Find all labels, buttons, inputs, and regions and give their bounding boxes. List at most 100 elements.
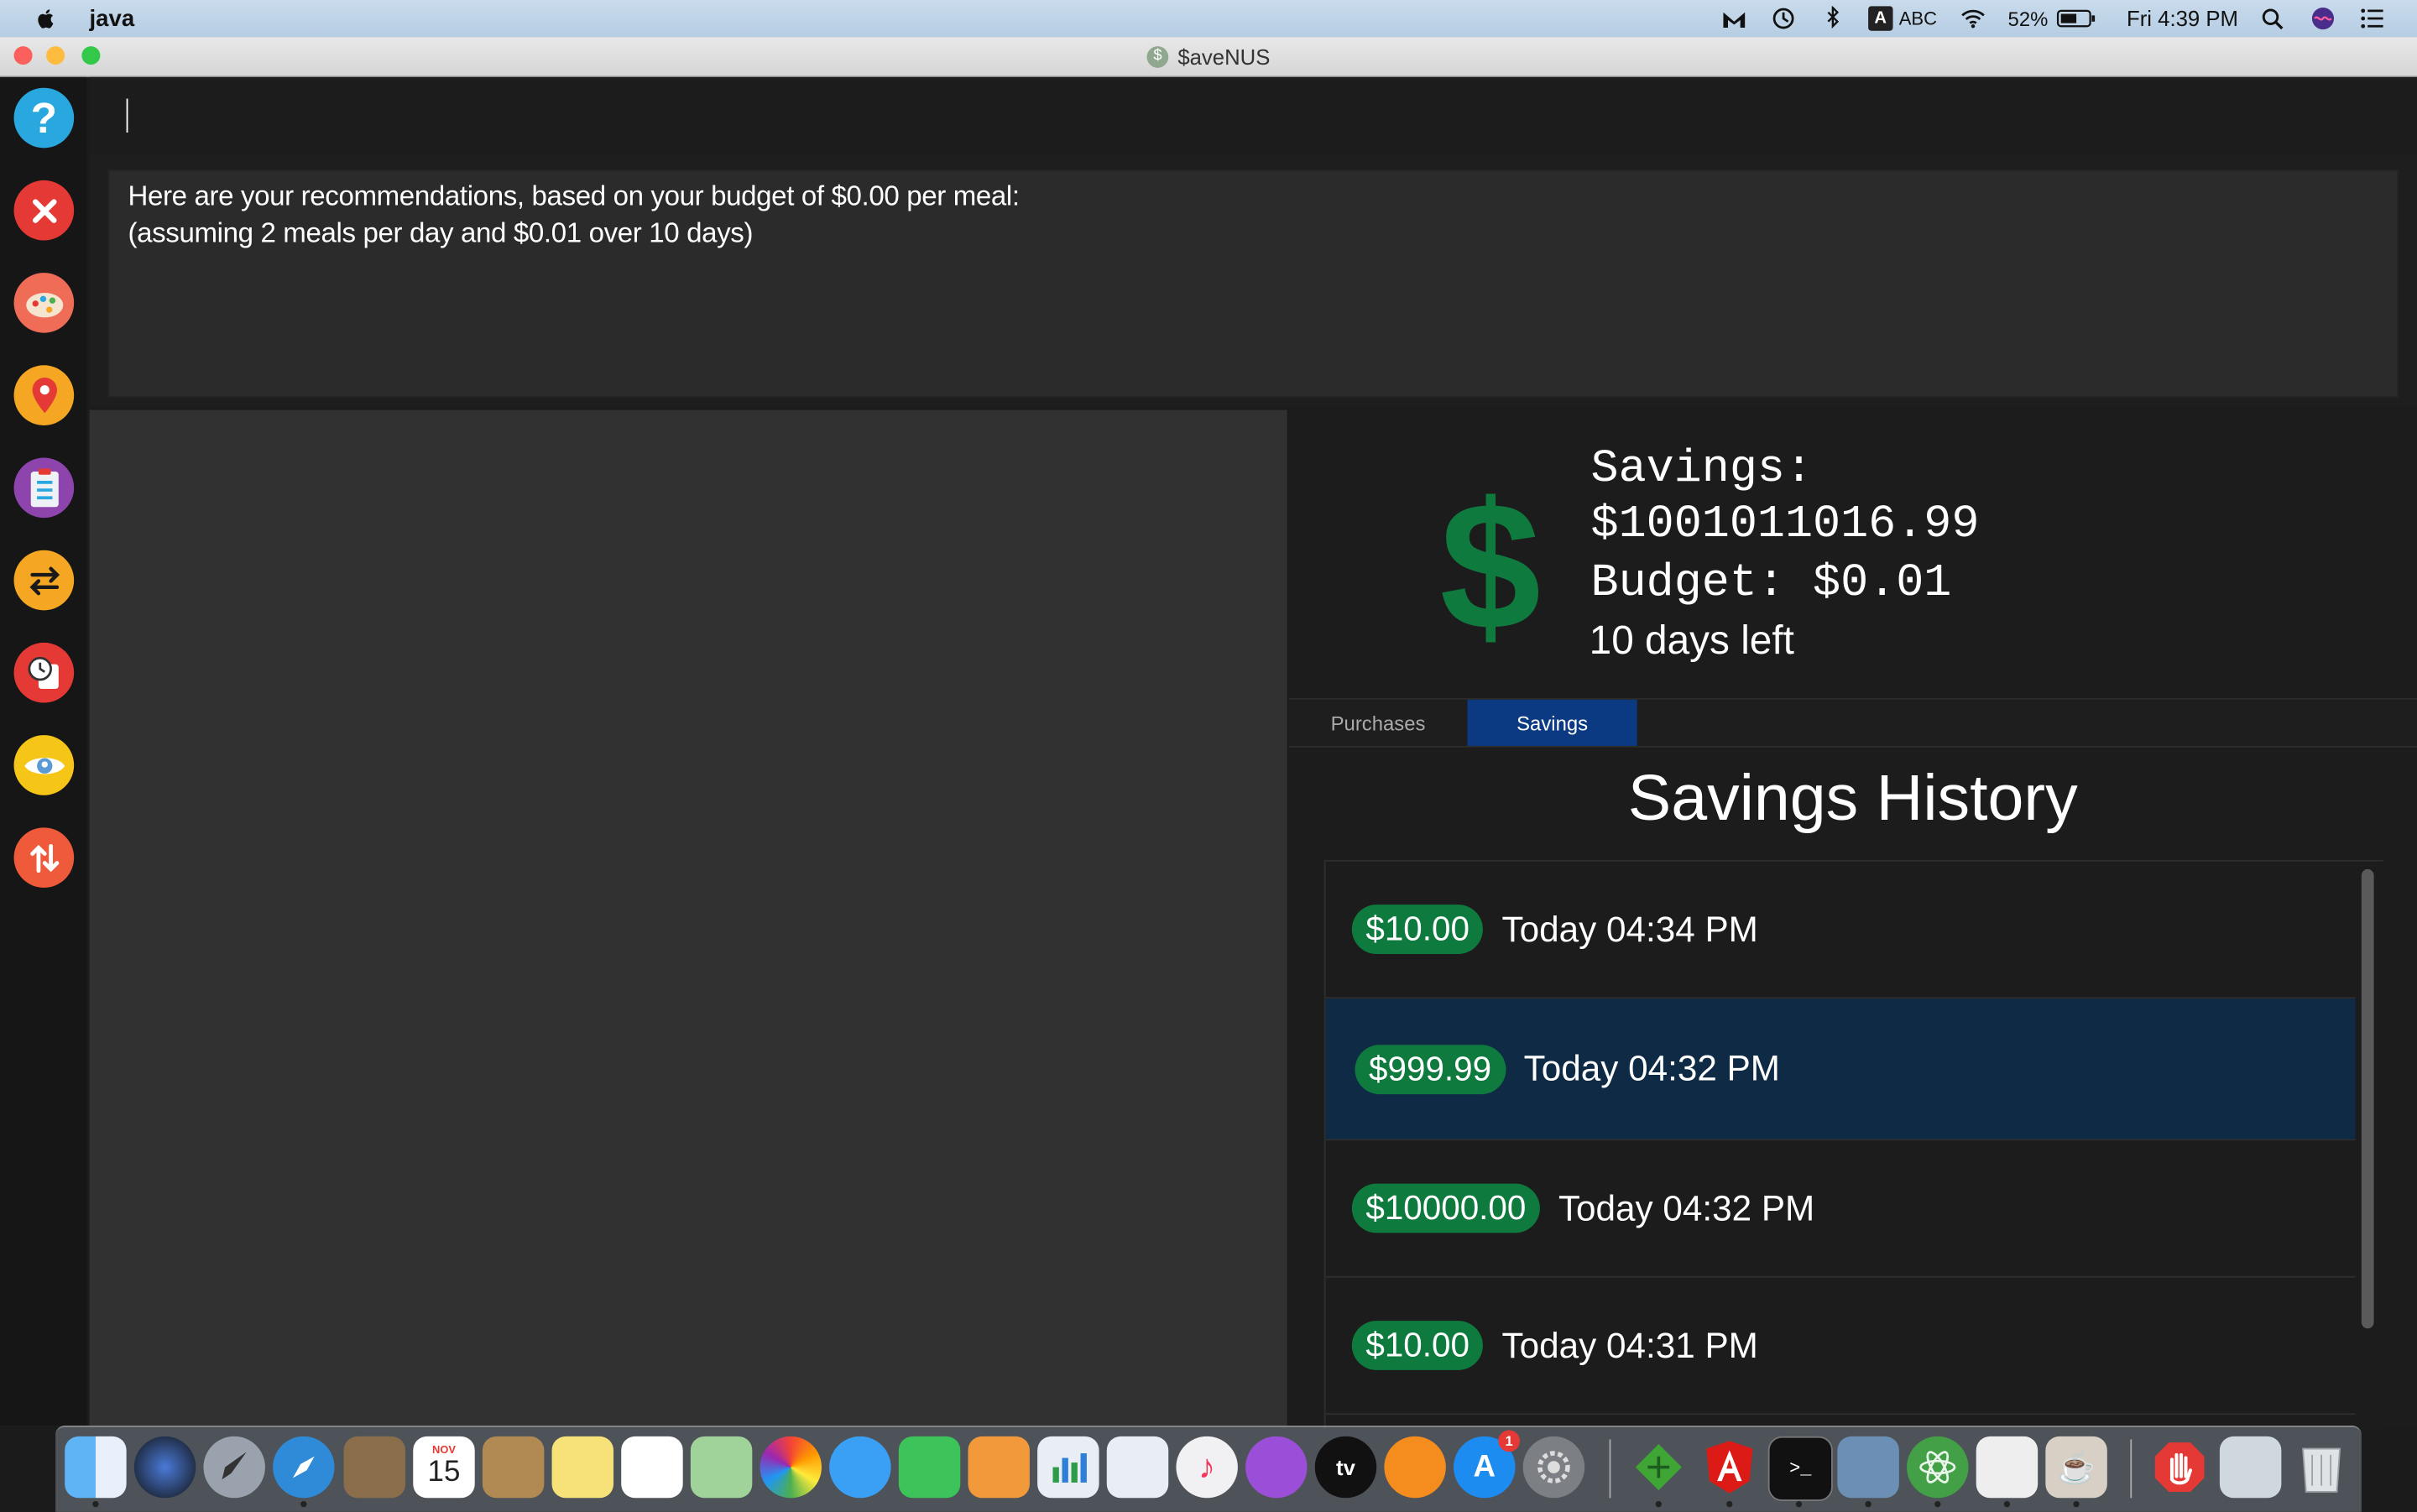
result-line-2: (assuming 2 meals per day and $0.01 over… [128,216,754,248]
siri-icon[interactable] [2309,6,2336,30]
timestamp: Today 04:34 PM [1501,908,1758,949]
angular-icon[interactable] [1699,1436,1760,1498]
timestamp: Today 04:32 PM [1558,1187,1815,1228]
bluetooth-icon[interactable] [1819,6,1846,30]
window-title: $aveNUS [1177,44,1271,69]
timestamp: Today 04:31 PM [1501,1324,1758,1365]
help-button[interactable]: ? [13,87,75,149]
notification-center-icon[interactable] [2358,6,2386,30]
keynote-icon[interactable] [1106,1436,1169,1499]
battery-icon [2056,9,2095,28]
facetime-icon[interactable] [898,1436,961,1499]
music-icon[interactable]: ♪ [1176,1436,1238,1499]
dock: NOV 15 ♪ tv A 1 >_ ☕ [55,1425,2362,1512]
sort-button[interactable] [13,827,75,888]
food-list-panel[interactable] [89,409,1287,1427]
atom-icon[interactable] [1907,1436,1969,1499]
input-source-label: ABC [1898,8,1938,29]
terminal-icon[interactable]: >_ [1767,1436,1833,1501]
mail-icon[interactable] [343,1436,406,1499]
list-item[interactable]: $10.00 Today 04:31 PM [1325,1278,2356,1416]
launchpad-icon[interactable] [203,1436,265,1499]
time-machine-icon[interactable] [1769,6,1797,30]
contacts-icon[interactable] [482,1436,545,1499]
command-input[interactable] [126,95,2291,139]
tab-purchases[interactable]: Purchases [1310,700,1446,746]
location-button[interactable] [13,365,75,425]
wifi-icon[interactable] [1959,6,1986,30]
textedit-icon[interactable] [1976,1436,2039,1499]
sidebar: ? [0,76,86,1426]
text-caret [126,98,128,133]
command-bar [89,76,2417,156]
pages-icon[interactable] [968,1436,1030,1499]
running-indicator [300,1500,307,1508]
trash-icon[interactable] [2290,1436,2352,1498]
safari-icon[interactable] [273,1436,335,1499]
maps-icon[interactable] [690,1436,753,1499]
view-button[interactable] [13,735,75,795]
malwarebytes-icon[interactable] [1720,6,1748,30]
app-store-icon[interactable]: A 1 [1454,1430,1521,1499]
result-display[interactable]: Here are your recommendations, based on … [107,169,2399,398]
list-item[interactable]: $10000.00 Today 04:32 PM [1325,1140,2356,1278]
history-button[interactable] [13,642,75,703]
window-titlebar: $ $aveNUS [0,37,2417,77]
battery-status[interactable]: 52% [2008,7,2096,30]
list-item[interactable]: $10.00 Today 04:34 PM [1325,862,2356,999]
clock[interactable]: Fri 4:39 PM [2127,6,2238,30]
finder-icon[interactable] [65,1436,127,1499]
running-indicator [1655,1500,1663,1508]
window-close-button[interactable] [13,46,33,65]
window-minimize-button[interactable] [46,46,65,65]
gradle-icon[interactable] [1628,1436,1689,1498]
recommend-button[interactable] [13,273,75,333]
documents-folder-icon[interactable] [2219,1436,2282,1499]
result-display-container: Here are your recommendations, based on … [89,154,2417,407]
notes-icon[interactable] [551,1436,614,1499]
savings-summary: $ Savings: $1001011016.99 Budget: $0.01 … [1288,410,2417,700]
calendar-icon[interactable]: NOV 15 [413,1436,475,1499]
app-title-icon: $ [1146,45,1169,67]
savings-history-list[interactable]: $10.00 Today 04:34 PM $999.99 Today 04:3… [1323,859,2383,1429]
exit-button[interactable] [13,180,75,241]
apple-tv-icon[interactable]: tv [1314,1436,1377,1499]
tab-savings[interactable]: Savings [1467,699,1637,746]
list-item[interactable]: $999.99 Today 04:32 PM [1325,998,2356,1141]
input-source[interactable]: A ABC [1867,6,1938,31]
sort-icon [29,843,59,873]
system-preferences-icon[interactable] [1522,1436,1585,1499]
tab-bar: Purchases Savings [1288,699,2417,748]
reminders-icon[interactable] [621,1436,683,1499]
clipboard-icon [29,467,58,507]
running-indicator [1865,1500,1871,1508]
palette-icon [25,292,63,317]
dock-separator [2130,1439,2132,1499]
running-indicator [1934,1500,1941,1508]
timestamp: Today 04:32 PM [1523,1047,1780,1088]
books-icon[interactable] [1384,1436,1446,1499]
budget-value: Budget: $0.01 [1590,557,1952,611]
menu-app-name[interactable]: java [90,5,135,31]
battery-percent: 52% [2007,7,2049,30]
numbers-icon[interactable] [1037,1436,1099,1499]
scrollbar-thumb[interactable] [2361,868,2374,1329]
messages-icon[interactable] [829,1436,891,1499]
clock-icon [27,655,58,689]
java-icon[interactable]: ☕ [2045,1436,2107,1499]
siri-icon[interactable] [133,1436,196,1499]
podcasts-icon[interactable] [1245,1436,1308,1499]
adblock-icon[interactable] [2148,1436,2210,1498]
savings-value: $1001011016.99 [1590,499,1980,552]
swap-button[interactable] [13,550,75,611]
dock-separator [1609,1439,1611,1499]
photos-icon[interactable] [760,1436,822,1499]
window-zoom-button[interactable] [81,46,101,65]
list-button[interactable] [13,457,75,519]
preview-icon[interactable] [1837,1436,1899,1499]
menu-bar: java A ABC 52% Fri 4:39 PM [0,0,2417,38]
spotlight-search-icon[interactable] [2260,6,2288,30]
running-indicator [1726,1500,1733,1508]
apple-logo-icon[interactable] [34,6,58,30]
tv-label: tv [1336,1454,1355,1480]
